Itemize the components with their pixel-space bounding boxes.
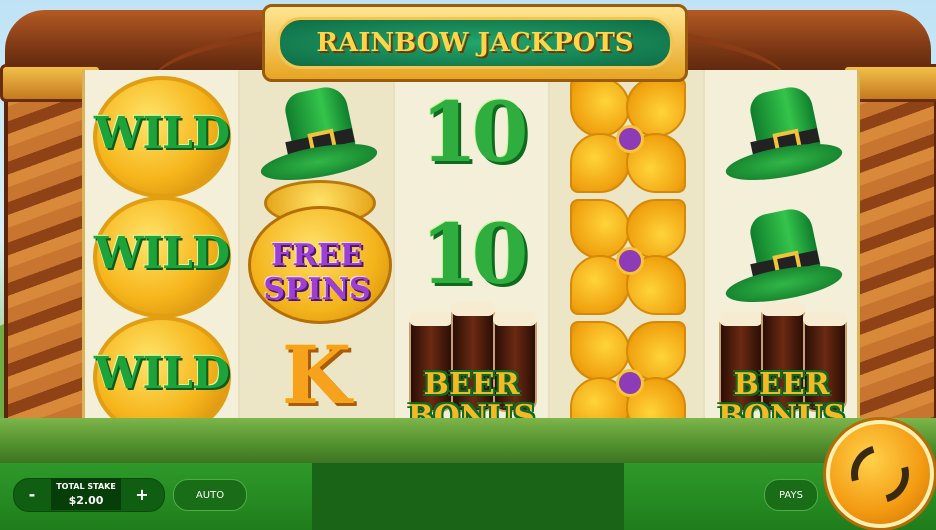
spins-label: SPINS [263, 272, 371, 307]
left-pillar [4, 66, 90, 458]
free-label: FREE [271, 238, 363, 273]
wild-label: WILD [93, 347, 230, 399]
grass-strip [0, 418, 936, 463]
symbol-ten: 10 [395, 194, 548, 316]
reel-5: BEER BONUS [705, 70, 857, 438]
symbol-clover [550, 194, 703, 316]
increase-stake-button[interactable]: + [123, 478, 161, 510]
reel-2: FREE SPINS K [240, 70, 395, 438]
total-stake-value: $2.00 [68, 494, 104, 507]
right-pillar [852, 66, 936, 458]
symbol-hat [705, 74, 857, 196]
beer-label: BEER [733, 367, 830, 402]
reel-3: 10 10 BEER BONUS [395, 70, 550, 438]
reel-area: WILD WILD WILD FREE SPINS K 10 10 BEER B… [82, 70, 860, 438]
reel-1: WILD WILD WILD [85, 70, 240, 438]
spin-icon [840, 434, 920, 514]
wild-label: WILD [93, 227, 230, 279]
pays-button[interactable]: PAYS [764, 479, 818, 511]
symbol-hat [705, 196, 857, 318]
control-bar-center [312, 463, 624, 530]
k-label: K [281, 328, 352, 422]
game-title: RAINBOW JACKPOTS [316, 28, 634, 58]
leprechaun-hat-icon [717, 205, 847, 310]
ten-label: 10 [420, 85, 528, 181]
symbol-ten: 10 [395, 72, 548, 194]
leprechaun-hat-icon [717, 83, 847, 188]
reel-4 [550, 70, 705, 438]
game-scene: WILD WILD WILD FREE SPINS K 10 10 BEER B… [0, 0, 936, 463]
symbol-wild: WILD [85, 312, 238, 438]
four-leaf-clover-icon [566, 75, 688, 193]
decrease-stake-button[interactable]: - [13, 478, 51, 510]
spin-button[interactable] [826, 420, 934, 528]
pot-of-gold-icon: FREE SPINS [242, 172, 392, 324]
symbol-wild: WILD [85, 72, 238, 198]
ten-label: 10 [420, 207, 528, 303]
wild-label: WILD [93, 107, 230, 159]
symbol-free-spins: FREE SPINS [240, 180, 393, 324]
beer-label: BEER [423, 367, 520, 402]
total-stake-label: TOTAL STAKE [56, 482, 116, 491]
symbol-wild: WILD [85, 192, 238, 318]
game-logo: RAINBOW JACKPOTS [262, 4, 688, 82]
leprechaun-hat-icon [252, 83, 382, 188]
four-leaf-clover-icon [566, 197, 688, 315]
symbol-clover [550, 72, 703, 194]
auto-button[interactable]: AUTO [173, 479, 247, 511]
